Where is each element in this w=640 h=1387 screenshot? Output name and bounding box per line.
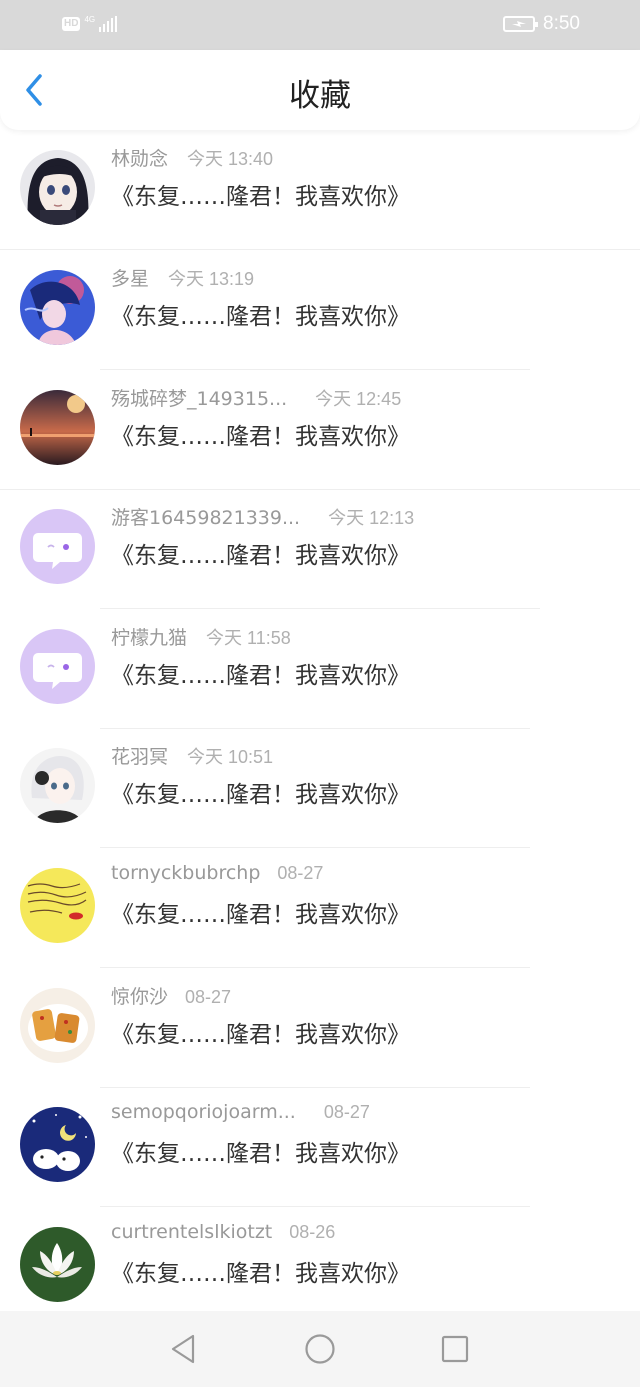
list-item[interactable]: 多星 今天 13:19 《东复……隆君！我喜欢你》 — [0, 250, 640, 370]
username[interactable]: 惊你沙 — [111, 982, 168, 1009]
timestamp: 今天 12:13 — [328, 508, 415, 528]
avatar[interactable] — [20, 1107, 95, 1182]
timestamp: 08-27 — [185, 987, 232, 1007]
item-title: 《东复……隆君！我喜欢你》 — [111, 902, 410, 928]
item-title: 《东复……隆君！我喜欢你》 — [111, 543, 410, 569]
item-title: 《东复……隆君！我喜欢你》 — [111, 1261, 410, 1287]
timestamp: 今天 12:45 — [315, 389, 402, 409]
username[interactable]: semopqoriojoarm... — [111, 1101, 296, 1123]
item-title: 《东复……隆君！我喜欢你》 — [111, 424, 410, 450]
avatar[interactable] — [20, 150, 95, 225]
network-type: 4G — [84, 15, 96, 24]
clock: 8:50 — [543, 13, 580, 34]
username[interactable]: curtrentelslkiotzt — [111, 1221, 272, 1243]
timestamp: 今天 13:19 — [168, 269, 255, 289]
timestamp: 今天 13:40 — [187, 149, 274, 169]
username[interactable]: 殇城碎梦_149315... — [111, 384, 287, 411]
item-meta: 游客16459821339... 今天 12:13 — [111, 503, 414, 529]
list-item[interactable]: 惊你沙 08-27 《东复……隆君！我喜欢你》 — [0, 968, 640, 1088]
signal-icon — [99, 16, 118, 32]
system-back-button[interactable] — [167, 1333, 199, 1365]
username[interactable]: 柠檬九猫 — [111, 623, 187, 650]
list-item[interactable]: curtrentelslkiotzt 08-26 《东复……隆君！我喜欢你》 — [0, 1207, 640, 1310]
item-title: 《东复……隆君！我喜欢你》 — [111, 184, 410, 210]
battery-charging-icon — [503, 16, 539, 32]
item-meta: tornyckbubrchp 08-27 — [111, 862, 323, 888]
item-title: 《东复……隆君！我喜欢你》 — [111, 782, 410, 808]
triangle-back-icon — [171, 1334, 195, 1364]
square-recents-icon — [441, 1335, 469, 1363]
item-meta: 花羽冥 今天 10:51 — [111, 742, 273, 768]
avatar[interactable] — [20, 748, 95, 823]
item-meta: 多星 今天 13:19 — [111, 264, 254, 290]
timestamp: 今天 10:51 — [187, 747, 274, 767]
list-item[interactable]: semopqoriojoarm... 08-27 《东复……隆君！我喜欢你》 — [0, 1087, 640, 1207]
circle-home-icon — [305, 1334, 335, 1364]
timestamp: 08-27 — [323, 1102, 370, 1122]
status-right: 8:50 — [503, 12, 580, 36]
username[interactable]: tornyckbubrchp — [111, 862, 260, 884]
list-item[interactable]: 殇城碎梦_149315... 今天 12:45 《东复……隆君！我喜欢你》 — [0, 370, 640, 490]
username[interactable]: 游客16459821339... — [111, 503, 300, 530]
item-meta: 殇城碎梦_149315... 今天 12:45 — [111, 384, 401, 410]
timestamp: 08-27 — [277, 863, 324, 883]
item-title: 《东复……隆君！我喜欢你》 — [111, 1022, 410, 1048]
system-navigation-bar — [0, 1311, 640, 1387]
page-title: 收藏 — [289, 78, 351, 114]
username[interactable]: 林勋念 — [111, 144, 168, 171]
avatar[interactable] — [20, 988, 95, 1063]
item-title: 《东复……隆君！我喜欢你》 — [111, 663, 410, 689]
favorites-list: 林勋念 今天 13:40 《东复……隆君！我喜欢你》 多星 今天 13:19 《… — [0, 130, 640, 1310]
avatar[interactable] — [20, 868, 95, 943]
system-recents-button[interactable] — [439, 1333, 471, 1365]
item-meta: 惊你沙 08-27 — [111, 982, 231, 1008]
item-meta: curtrentelslkiotzt 08-26 — [111, 1221, 335, 1247]
item-title: 《东复……隆君！我喜欢你》 — [111, 304, 410, 330]
list-item[interactable]: 游客16459821339... 今天 12:13 《东复……隆君！我喜欢你》 — [0, 489, 640, 609]
item-meta: 林勋念 今天 13:40 — [111, 144, 273, 170]
avatar[interactable] — [20, 1227, 95, 1302]
hd-badge: HD — [62, 17, 81, 31]
avatar[interactable] — [20, 390, 95, 465]
list-item[interactable]: 柠檬九猫 今天 11:58 《东复……隆君！我喜欢你》 — [0, 609, 640, 729]
status-bar: HD 4G 8:50 — [0, 0, 640, 50]
username[interactable]: 花羽冥 — [111, 742, 168, 769]
list-item[interactable]: 花羽冥 今天 10:51 《东复……隆君！我喜欢你》 — [0, 728, 640, 848]
list-item[interactable]: tornyckbubrchp 08-27 《东复……隆君！我喜欢你》 — [0, 848, 640, 968]
avatar[interactable] — [20, 509, 95, 584]
system-home-button[interactable] — [304, 1333, 336, 1365]
list-item[interactable]: 林勋念 今天 13:40 《东复……隆君！我喜欢你》 — [0, 130, 640, 250]
timestamp: 今天 11:58 — [206, 628, 291, 648]
username[interactable]: 多星 — [111, 264, 149, 291]
timestamp: 08-26 — [289, 1222, 336, 1242]
header-bar: 收藏 — [0, 50, 640, 130]
item-meta: semopqoriojoarm... 08-27 — [111, 1101, 370, 1127]
avatar[interactable] — [20, 270, 95, 345]
item-meta: 柠檬九猫 今天 11:58 — [111, 623, 291, 649]
avatar[interactable] — [20, 629, 95, 704]
item-title: 《东复……隆君！我喜欢你》 — [111, 1141, 410, 1167]
network-indicators: HD 4G — [62, 14, 118, 34]
